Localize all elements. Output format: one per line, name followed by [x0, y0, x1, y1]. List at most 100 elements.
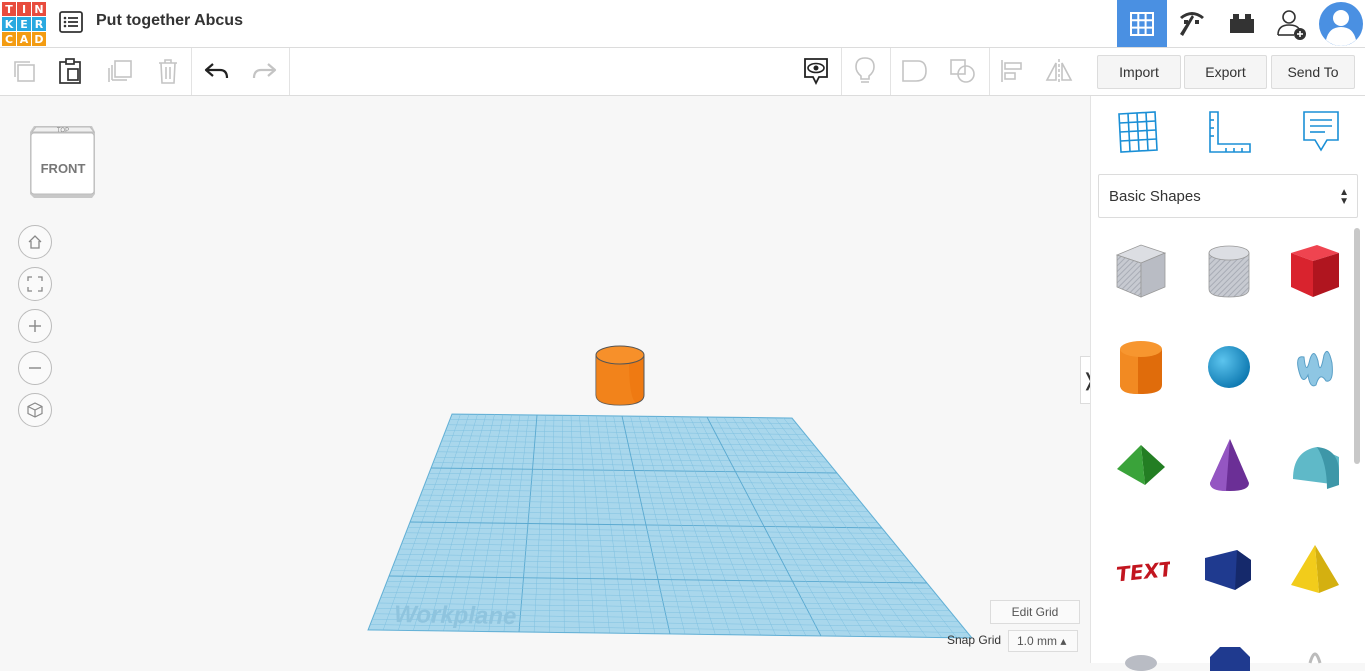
- minus-icon: [29, 367, 41, 369]
- logo-letter: D: [32, 32, 46, 46]
- light-button[interactable]: [847, 54, 883, 88]
- shape-cylinder-hole[interactable]: [1199, 239, 1259, 303]
- logo-letter: K: [2, 17, 16, 31]
- shape-pyramid[interactable]: [1285, 537, 1345, 601]
- logo-letter: N: [32, 2, 46, 16]
- note-icon: [1303, 111, 1339, 152]
- edit-grid-button[interactable]: Edit Grid: [990, 600, 1080, 624]
- toolbar-divider: [841, 48, 842, 95]
- edit-toolbar: Import Export Send To: [0, 48, 1365, 96]
- group-button[interactable]: [896, 54, 932, 88]
- top-bar: TIN KER CAD Put together Abcus: [0, 0, 1365, 48]
- 3d-viewport[interactable]: TOP FRONT Workplane Edit Grid Snap Grid …: [0, 96, 1090, 663]
- shape-wedge[interactable]: [1199, 537, 1259, 601]
- show-notes-button[interactable]: [798, 54, 834, 88]
- logo-letter: E: [17, 17, 31, 31]
- fit-view-button[interactable]: [18, 267, 52, 301]
- logo-letter: R: [32, 17, 46, 31]
- panel-scrollbar[interactable]: [1354, 228, 1360, 464]
- toolbar-divider: [989, 48, 990, 95]
- workplane-label: Workplane: [394, 601, 517, 630]
- toolbar-divider: [289, 48, 290, 95]
- cube-icon: [27, 402, 43, 418]
- send-to-button[interactable]: Send To: [1271, 55, 1355, 89]
- shape-category-select[interactable]: Basic Shapes ▲ ▼: [1098, 174, 1358, 218]
- shape-box-hole[interactable]: [1111, 239, 1171, 303]
- shape-partial-3[interactable]: [1285, 641, 1345, 671]
- invite-user-button[interactable]: [1267, 0, 1317, 47]
- design-list-icon[interactable]: [58, 10, 84, 34]
- add-user-icon: [1277, 9, 1306, 40]
- toolbar-divider: [191, 48, 192, 95]
- export-button[interactable]: Export: [1184, 55, 1267, 89]
- toolbar-divider: [890, 48, 891, 95]
- ungroup-button[interactable]: [945, 54, 981, 88]
- snap-grid-label: Snap Grid: [947, 633, 1002, 647]
- shape-partial-2[interactable]: [1199, 641, 1259, 671]
- redo-icon: [252, 63, 277, 79]
- undo-icon: [204, 63, 229, 79]
- workplane-tool-button[interactable]: [1113, 108, 1161, 156]
- import-button[interactable]: Import: [1097, 55, 1181, 89]
- minecraft-button[interactable]: [1167, 0, 1217, 47]
- ungroup-icon: [950, 59, 975, 83]
- fit-view-icon: [27, 276, 43, 292]
- shape-cone[interactable]: [1199, 433, 1259, 497]
- project-title[interactable]: Put together Abcus: [96, 12, 243, 30]
- redo-button[interactable]: [246, 54, 282, 88]
- undo-button[interactable]: [199, 54, 235, 88]
- lego-button[interactable]: [1217, 0, 1267, 47]
- ruler-icon: [1209, 111, 1251, 153]
- shape-partial-1[interactable]: [1111, 641, 1171, 671]
- grid-view-icon: [1130, 11, 1154, 36]
- copy-button[interactable]: [6, 54, 42, 88]
- avatar-icon: [1319, 1, 1363, 46]
- copy-icon: [14, 61, 35, 82]
- duplicate-button[interactable]: [102, 54, 138, 88]
- view-cube[interactable]: TOP FRONT: [28, 124, 98, 200]
- eye-speech-icon: [804, 58, 828, 86]
- align-button[interactable]: [994, 54, 1030, 88]
- logo-letter: C: [2, 32, 16, 46]
- pickaxe-icon: [1180, 11, 1204, 36]
- logo-letter: A: [17, 32, 31, 46]
- paste-icon: [59, 58, 81, 84]
- plus-icon: [29, 320, 41, 332]
- shape-text[interactable]: TEXT: [1111, 537, 1171, 601]
- logo-letter: T: [2, 2, 16, 16]
- view-cube-top-label: TOP: [57, 128, 69, 134]
- zoom-out-button[interactable]: [18, 351, 52, 385]
- tinkercad-logo[interactable]: TIN KER CAD: [2, 2, 46, 46]
- mirror-button[interactable]: [1041, 54, 1077, 88]
- shape-roof[interactable]: [1111, 433, 1171, 497]
- perspective-button[interactable]: [18, 393, 52, 427]
- lightbulb-icon: [855, 57, 875, 83]
- delete-button[interactable]: [150, 54, 186, 88]
- brick-icon: [1230, 13, 1254, 33]
- trash-icon: [159, 59, 177, 84]
- shape-cylinder[interactable]: [1111, 335, 1171, 399]
- logo-letter: I: [17, 2, 31, 16]
- paste-button[interactable]: [52, 54, 88, 88]
- align-icon: [1001, 60, 1022, 82]
- shape-sphere[interactable]: [1199, 335, 1259, 399]
- shape-box[interactable]: [1285, 239, 1345, 303]
- snap-grid-select[interactable]: 1.0 mm ▴: [1008, 630, 1078, 652]
- shape-category-label: Basic Shapes: [1109, 187, 1201, 205]
- shape-round-roof[interactable]: [1285, 433, 1345, 497]
- group-icon: [902, 60, 927, 82]
- select-arrows-icon: ▲ ▼: [1339, 187, 1349, 207]
- workplane-grid[interactable]: Workplane: [360, 406, 980, 646]
- workplane-icon: [1118, 111, 1158, 153]
- grid-view-button[interactable]: [1117, 0, 1167, 47]
- home-view-button[interactable]: [18, 225, 52, 259]
- shape-scribble[interactable]: [1285, 335, 1345, 399]
- ruler-tool-button[interactable]: [1206, 108, 1254, 156]
- home-icon: [28, 235, 42, 249]
- mirror-icon: [1045, 59, 1073, 83]
- top-nav: [1117, 0, 1365, 47]
- cylinder-object[interactable]: [593, 343, 647, 407]
- zoom-in-button[interactable]: [18, 309, 52, 343]
- notes-tool-button[interactable]: [1297, 108, 1345, 156]
- user-avatar-button[interactable]: [1317, 0, 1365, 47]
